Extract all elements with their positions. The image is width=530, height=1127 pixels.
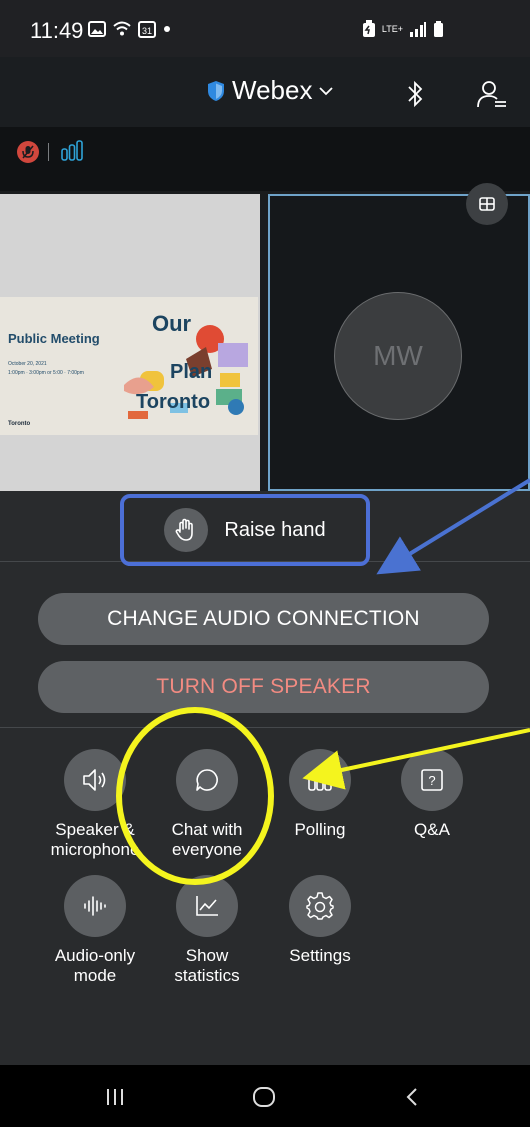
polling-action[interactable]: Polling: [266, 749, 374, 840]
settings-action[interactable]: Settings: [266, 875, 374, 966]
svg-text:31: 31: [142, 26, 152, 36]
brand-word-our: Our: [152, 311, 192, 336]
avatar: MW: [334, 292, 462, 420]
grid-layout-icon: [478, 196, 496, 212]
polling-icon: [289, 749, 351, 811]
waveform-icon: [64, 875, 126, 937]
notification-dot-icon: [162, 24, 172, 34]
turn-off-speaker-button[interactable]: TURN OFF SPEAKER: [38, 661, 489, 713]
calendar-icon: 31: [138, 20, 156, 38]
toronto-logo: Toronto: [8, 421, 31, 427]
status-left-icons: 31: [88, 20, 172, 38]
battery-saver-icon: [362, 20, 376, 38]
status-bar: 11:49 31 LTE+: [0, 0, 530, 57]
status-time: 11:49: [30, 18, 84, 43]
action-label: Chat with everyone: [171, 820, 243, 859]
slide-body: Public Meeting October 20, 2021 1:00pm ·…: [0, 297, 258, 435]
participants-icon[interactable]: [476, 79, 508, 109]
action-label: Show statistics: [174, 946, 240, 985]
meeting-status-bar: [0, 127, 530, 191]
layout-button[interactable]: [466, 183, 508, 225]
recent-apps-icon[interactable]: [104, 1087, 126, 1107]
meeting-header: Webex: [0, 57, 530, 127]
shield-icon: [206, 80, 226, 102]
action-label: Polling: [294, 820, 346, 839]
gallery-icon: [88, 21, 106, 37]
network-type-label: LTE+: [381, 24, 403, 34]
action-label: Speaker & microphone: [50, 820, 140, 859]
wifi-icon: [112, 21, 132, 37]
qa-action[interactable]: ? Q&A: [378, 749, 486, 840]
home-icon[interactable]: [252, 1086, 276, 1108]
change-audio-connection-label: CHANGE AUDIO CONNECTION: [107, 607, 420, 630]
chat-icon: [176, 749, 238, 811]
battery-icon: [433, 20, 444, 38]
raise-hand-button[interactable]: Raise hand: [120, 494, 370, 566]
svg-text:?: ?: [428, 773, 435, 788]
audio-only-mode-action[interactable]: Audio-only mode: [41, 875, 149, 986]
shared-content[interactable]: Public Meeting October 20, 2021 1:00pm ·…: [0, 194, 260, 491]
avatar-initials: MW: [373, 340, 423, 371]
change-audio-connection-button[interactable]: CHANGE AUDIO CONNECTION: [38, 593, 489, 645]
qa-icon: ?: [401, 749, 463, 811]
status-right-icons: LTE+: [362, 20, 444, 38]
raise-hand-label: Raise hand: [224, 518, 326, 541]
action-label: Settings: [289, 946, 351, 965]
turn-off-speaker-label: TURN OFF SPEAKER: [156, 675, 371, 698]
slide-date: October 20, 2021: [8, 361, 47, 367]
bluetooth-icon[interactable]: [404, 79, 426, 109]
brand-word-plan: Plan: [170, 361, 213, 383]
speaker-microphone-action[interactable]: Speaker & microphone: [41, 749, 149, 860]
slide-times: 1:00pm · 3:00pm or 5:00 · 7:00pm: [8, 370, 84, 376]
app-switcher[interactable]: Webex: [206, 75, 334, 106]
show-statistics-action[interactable]: Show statistics: [153, 875, 261, 986]
brand-word-toronto: Toronto: [136, 391, 211, 413]
gear-icon: [289, 875, 351, 937]
action-label: Q&A: [414, 820, 450, 839]
slide-title: Public Meeting: [8, 331, 100, 346]
speaker-icon: [64, 749, 126, 811]
app-title: Webex: [232, 75, 313, 105]
chat-with-everyone-action[interactable]: Chat with everyone: [153, 749, 261, 860]
signal-icon: [409, 21, 427, 37]
statistics-icon: [176, 875, 238, 937]
system-nav-bar: [0, 1065, 530, 1127]
panel-divider: [0, 727, 530, 728]
network-quality-icon: [60, 140, 84, 162]
chevron-down-icon: [318, 86, 334, 96]
status-divider: [48, 143, 49, 161]
raise-hand-icon: [164, 508, 209, 552]
recording-muted-icon: [17, 141, 39, 163]
back-icon[interactable]: [404, 1087, 420, 1107]
action-label: Audio-only mode: [54, 946, 136, 985]
